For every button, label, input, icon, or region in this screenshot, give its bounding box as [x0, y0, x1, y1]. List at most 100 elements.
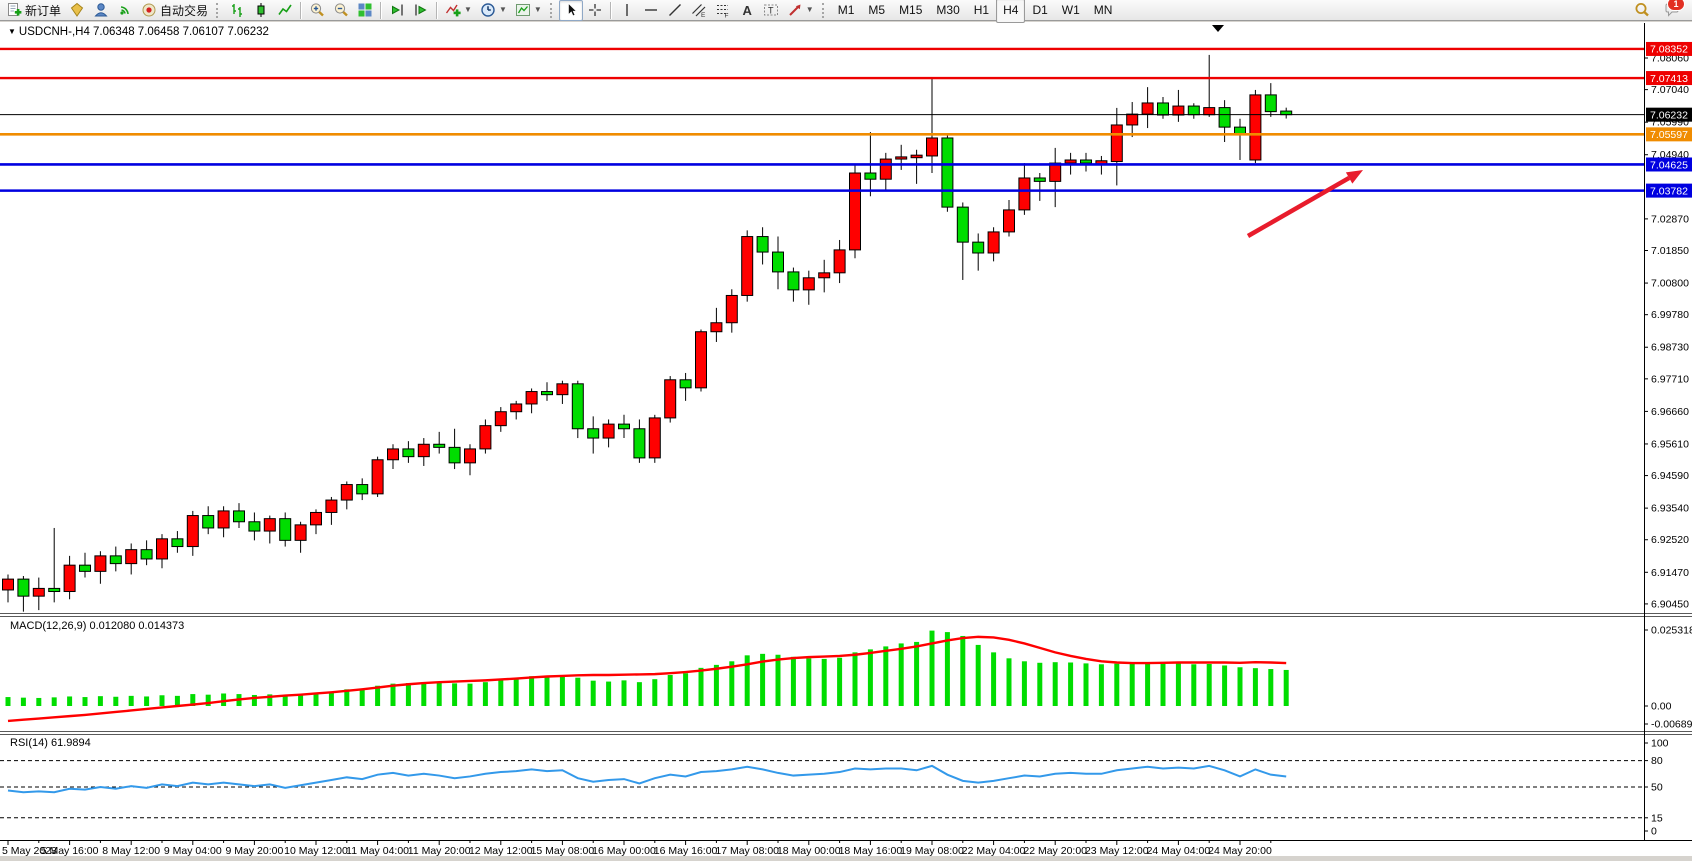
text-label-button[interactable]: T — [759, 0, 783, 21]
price-badge-label: 7.04625 — [1650, 159, 1688, 171]
add-indicator-button[interactable]: ▼ — [441, 0, 476, 21]
time-tick-label: 9 May 04:00 — [164, 845, 222, 857]
rsi-indicator-label: RSI(14) 61.9894 — [10, 737, 91, 749]
toolbar-button-label: MN — [1094, 3, 1113, 17]
time-tick-label: 22 May 04:00 — [962, 845, 1026, 857]
chevron-down-icon: ▼ — [464, 6, 472, 14]
profile-button[interactable] — [89, 0, 113, 21]
line-chart-icon — [277, 2, 293, 18]
crosshair-icon — [587, 2, 603, 18]
chart-shift-icon — [413, 2, 429, 18]
svg-text:F: F — [724, 13, 728, 19]
price-badge-label: 7.08352 — [1650, 44, 1688, 56]
macd-indicator-label: MACD(12,26,9) 0.012080 0.014373 — [10, 620, 184, 632]
autotrading-button[interactable]: 自动交易 — [137, 0, 212, 21]
new-order-button[interactable]: 新订单 — [2, 0, 65, 21]
timeframe-H4[interactable]: H4 — [996, 0, 1025, 23]
time-tick-label: 8 May 12:00 — [102, 845, 160, 857]
search-icon — [1634, 2, 1650, 18]
toolbar-button-label: M15 — [899, 3, 922, 17]
fibonacci-button[interactable]: F — [711, 0, 735, 21]
price-tick-label: 6.94590 — [1651, 470, 1689, 482]
search-button[interactable] — [1630, 0, 1654, 21]
rsi-axis-label: 15 — [1651, 812, 1663, 824]
timeframe-W1[interactable]: W1 — [1055, 0, 1087, 23]
price-tick-label: 6.99780 — [1651, 309, 1689, 321]
zoom-out-icon — [333, 2, 349, 18]
trendline-icon — [667, 2, 683, 18]
time-tick-label: 16 May 00:00 — [592, 845, 656, 857]
text-label-icon: T — [763, 2, 779, 18]
market-watch-button[interactable] — [65, 0, 89, 21]
chart-area[interactable]: 7.080607.070407.059907.049407.028707.018… — [0, 0, 1692, 861]
macd-axis-label: 0.00 — [1651, 701, 1672, 713]
candlestick-chart-icon — [253, 2, 269, 18]
signals-button[interactable] — [113, 0, 137, 21]
zoom-in-button[interactable] — [305, 0, 329, 21]
price-tick-label: 6.91470 — [1651, 567, 1689, 579]
line-chart-button[interactable] — [273, 0, 297, 21]
rsi-axis-label: 50 — [1651, 782, 1663, 794]
toolbar-grip — [550, 3, 555, 18]
toolbar-separator — [610, 2, 612, 19]
zoom-out-button[interactable] — [329, 0, 353, 21]
tile-windows-button[interactable] — [353, 0, 377, 21]
equidistant-channel-button[interactable]: E — [687, 0, 711, 21]
macd-axis-label: 0.025318 — [1651, 625, 1692, 637]
price-tick-label: 7.07040 — [1651, 84, 1689, 96]
price-tick-label: 6.95610 — [1651, 438, 1689, 450]
tile-windows-icon — [357, 2, 373, 18]
time-tick-label: 22 May 20:00 — [1023, 845, 1087, 857]
bar-chart-button[interactable] — [225, 0, 249, 21]
zoom-in-icon — [309, 2, 325, 18]
rsi-axis-label: 0 — [1651, 826, 1657, 838]
add-indicator-icon — [445, 2, 461, 18]
trendline-button[interactable] — [663, 0, 687, 21]
toolbar-grip — [216, 3, 221, 18]
time-tick-label: 17 May 08:00 — [715, 845, 779, 857]
chart-title: ▼USDCNH-,H4 7.06348 7.06458 7.06107 7.06… — [8, 26, 269, 38]
horizontal-line-button[interactable] — [639, 0, 663, 21]
chart-title-dropdown-icon[interactable]: ▼ — [8, 27, 16, 36]
auto-scroll-button[interactable] — [385, 0, 409, 21]
timeframe-H1[interactable]: H1 — [967, 0, 996, 23]
cursor-button[interactable] — [559, 0, 583, 21]
price-tick-label: 7.01850 — [1651, 245, 1689, 257]
timeframe-M1[interactable]: M1 — [831, 0, 862, 23]
toolbar-button-label: D1 — [1032, 3, 1047, 17]
rsi-axis-label: 80 — [1651, 755, 1663, 767]
timeframe-M15[interactable]: M15 — [892, 0, 929, 23]
timeframe-M5[interactable]: M5 — [861, 0, 892, 23]
timeframe-MN[interactable]: MN — [1087, 0, 1120, 23]
price-badge-label: 7.06232 — [1650, 109, 1688, 121]
main-toolbar: 新订单自动交易▼▼▼EFAT▼M1M5M15M30H1H4D1W1MN1 — [0, 0, 1692, 21]
profile-icon — [93, 2, 109, 18]
price-badge-label: 7.03782 — [1650, 185, 1688, 197]
time-tick-label: 18 May 16:00 — [839, 845, 903, 857]
candlestick-chart-button[interactable] — [249, 0, 273, 21]
main-chart-panel[interactable] — [0, 23, 1644, 612]
period-clock-icon — [480, 2, 496, 18]
shapes-button[interactable]: ▼ — [783, 0, 818, 21]
chat-button[interactable]: 1 — [1660, 0, 1684, 21]
crosshair-button[interactable] — [583, 0, 607, 21]
time-tick-label: 18 May 00:00 — [777, 845, 841, 857]
time-tick-label: 15 May 08:00 — [531, 845, 595, 857]
rsi-axis-label: 100 — [1651, 738, 1669, 750]
vertical-line-button[interactable] — [615, 0, 639, 21]
timeframe-D1[interactable]: D1 — [1025, 0, 1054, 23]
new-order-icon — [6, 2, 22, 18]
chart-shift-button[interactable] — [409, 0, 433, 21]
template-button[interactable]: ▼ — [511, 0, 546, 21]
toolbar-button-label: M30 — [936, 3, 959, 17]
auto-scroll-icon — [389, 2, 405, 18]
period-clock-button[interactable]: ▼ — [476, 0, 511, 21]
template-icon — [515, 2, 531, 18]
timeframe-M30[interactable]: M30 — [929, 0, 966, 23]
time-tick-label: 10 May 12:00 — [284, 845, 348, 857]
text-button[interactable]: A — [735, 0, 759, 21]
shapes-icon — [787, 2, 803, 18]
svg-text:A: A — [742, 3, 752, 18]
bar-chart-icon — [229, 2, 245, 18]
fibonacci-icon: F — [715, 2, 731, 18]
